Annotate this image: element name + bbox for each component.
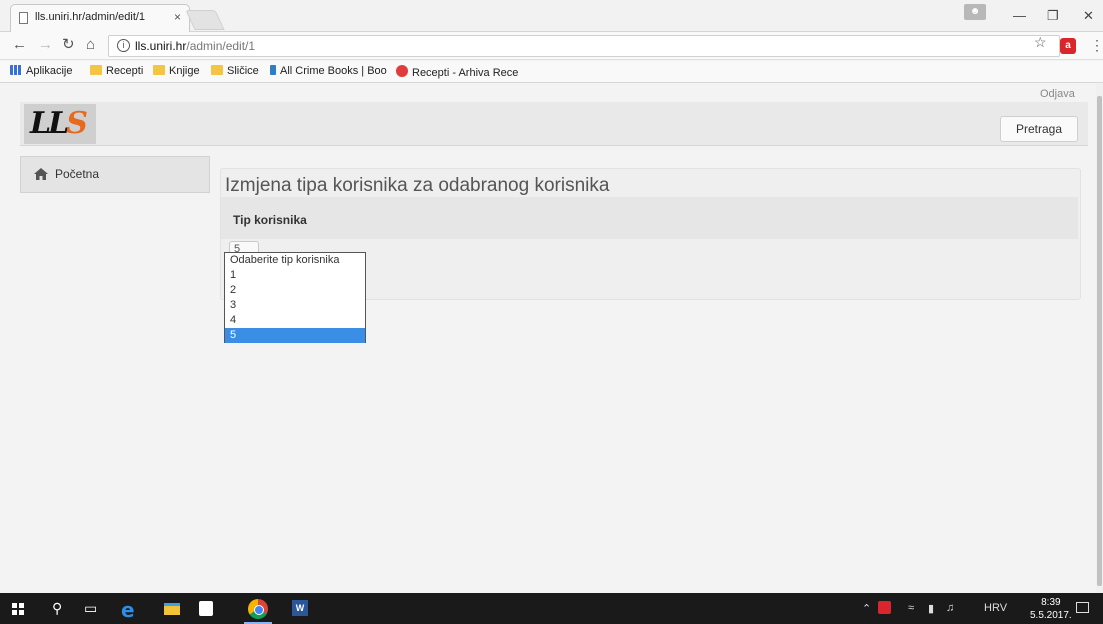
search-icon[interactable]: ⚲ xyxy=(52,600,62,617)
logout-link[interactable]: Odjava xyxy=(1040,88,1075,100)
bookmark-star-icon[interactable]: ☆ xyxy=(1034,34,1047,51)
sidebar-item-label: Početna xyxy=(55,167,100,181)
page-icon xyxy=(19,12,28,24)
info-icon[interactable]: i xyxy=(117,39,130,52)
new-tab-button[interactable] xyxy=(185,10,225,30)
page-scrollbar[interactable] xyxy=(1096,84,1103,593)
site-header: LLS Pretraga xyxy=(20,102,1088,146)
folder-icon xyxy=(153,65,165,75)
apps-grid-icon xyxy=(10,65,22,75)
search-button[interactable]: Pretraga xyxy=(1000,116,1078,142)
option-4[interactable]: 4 xyxy=(225,313,365,328)
forward-icon[interactable]: → xyxy=(38,37,53,53)
bookmark-crime-books[interactable]: All Crime Books | Boo xyxy=(270,65,387,77)
url-path: /admin/edit/1 xyxy=(186,39,256,53)
folder-icon xyxy=(90,65,102,75)
bookmark-recepti[interactable]: Recepti xyxy=(90,65,143,77)
restore-icon[interactable]: ❐ xyxy=(1047,8,1059,24)
browser-menu-icon[interactable]: ⋮ xyxy=(1090,37,1103,54)
option-placeholder[interactable]: Odaberite tip korisnika xyxy=(225,253,365,268)
profile-icon[interactable]: ☻ xyxy=(964,4,986,20)
windows-start-icon[interactable] xyxy=(12,603,24,615)
user-type-dropdown[interactable]: Odaberite tip korisnika 1 2 3 4 5 xyxy=(224,252,366,343)
window-close-icon[interactable]: ✕ xyxy=(1083,8,1094,24)
bookmark-apps[interactable]: Aplikacije xyxy=(10,65,72,77)
chrome-icon[interactable] xyxy=(248,599,268,619)
bookmark-label: All Crime Books | Boo xyxy=(280,65,387,77)
bookmark-label: Sličice xyxy=(227,65,259,77)
web-page: Odjava LLS Pretraga Početna Izmjena tipa… xyxy=(0,84,1103,593)
clock-time: 8:39 xyxy=(1041,597,1061,608)
edge-browser-icon[interactable]: e xyxy=(121,598,135,622)
bookmark-label: Aplikacije xyxy=(26,65,73,77)
antivirus-tray-icon[interactable] xyxy=(878,601,891,614)
logo-accent-letter: S xyxy=(66,106,88,141)
site-logo[interactable]: LLS xyxy=(24,104,96,144)
logo-letters: LL xyxy=(30,106,69,141)
volume-icon[interactable]: ♫ xyxy=(946,602,954,614)
browser-toolbar: ← → ↻ ⌂ i lls.uniri.hr/admin/edit/1 ☆ a … xyxy=(0,32,1103,60)
book-icon xyxy=(270,65,276,75)
bookmark-recepti-arhiva[interactable]: Recepti - Arhiva Rece xyxy=(396,65,518,79)
browser-tabstrip: lls.uniri.hr/admin/edit/1 × ☻ — ❐ ✕ xyxy=(0,0,1103,32)
user-type-label: Tip korisnika xyxy=(221,197,1078,239)
browser-tab[interactable]: lls.uniri.hr/admin/edit/1 × xyxy=(10,4,190,32)
bookmarks-bar: Aplikacije Recepti Knjige Sličice All Cr… xyxy=(0,61,1103,83)
bookmark-knjige[interactable]: Knjige xyxy=(153,65,200,77)
reload-icon[interactable]: ↻ xyxy=(62,37,75,53)
tray-expand-icon[interactable]: ⌃ xyxy=(862,602,871,615)
recipe-site-icon xyxy=(396,65,408,77)
url-host: lls.uniri.hr xyxy=(135,39,187,53)
home-page-icon[interactable]: ⌂ xyxy=(86,37,95,53)
option-5-selected[interactable]: 5 xyxy=(225,328,365,343)
bookmark-label: Knjige xyxy=(169,65,200,77)
windows-taskbar: ⚲ ▭ e W ⌃ ≈ ▮ ♫ HRV 8:39 5.5.2017. xyxy=(0,593,1103,624)
tab-title: lls.uniri.hr/admin/edit/1 xyxy=(35,11,146,23)
page-title: Izmjena tipa korisnika za odabranog kori… xyxy=(225,175,610,196)
option-3[interactable]: 3 xyxy=(225,298,365,313)
option-1[interactable]: 1 xyxy=(225,268,365,283)
logo-text: LLS xyxy=(30,106,88,141)
battery-icon[interactable]: ▮ xyxy=(928,602,934,615)
back-icon[interactable]: ← xyxy=(12,37,27,53)
clock-date: 5.5.2017. xyxy=(1030,610,1072,621)
wifi-icon[interactable]: ≈ xyxy=(908,602,914,614)
scrollbar-thumb[interactable] xyxy=(1097,96,1102,586)
file-explorer-icon[interactable] xyxy=(164,603,180,615)
notifications-icon[interactable] xyxy=(1076,602,1089,613)
extension-icon[interactable]: a xyxy=(1060,38,1076,54)
bookmark-slicice[interactable]: Sličice xyxy=(211,65,259,77)
address-bar[interactable]: i lls.uniri.hr/admin/edit/1 xyxy=(108,35,1060,57)
minimize-icon[interactable]: — xyxy=(1013,8,1026,23)
task-view-icon[interactable]: ▭ xyxy=(84,600,97,617)
sidebar-item-pocetna[interactable]: Početna xyxy=(20,156,210,193)
bookmark-label: Recepti xyxy=(106,65,144,77)
system-clock[interactable]: 8:39 5.5.2017. xyxy=(1030,596,1072,622)
language-indicator[interactable]: HRV xyxy=(984,602,1007,614)
option-2[interactable]: 2 xyxy=(225,283,365,298)
home-icon xyxy=(34,168,48,180)
close-tab-icon[interactable]: × xyxy=(174,10,181,24)
bookmark-label: Recepti - Arhiva Rece xyxy=(412,67,519,79)
store-icon[interactable] xyxy=(199,601,213,616)
word-icon[interactable]: W xyxy=(292,600,308,616)
folder-icon xyxy=(211,65,223,75)
